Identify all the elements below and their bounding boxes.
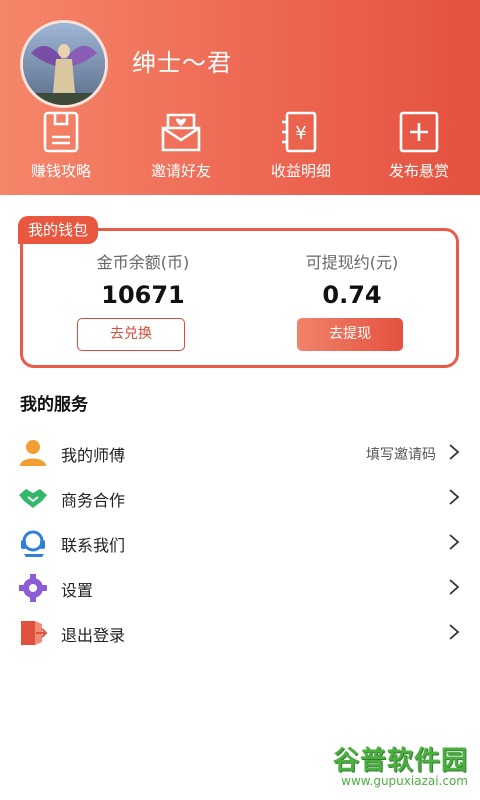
watermark-url: www.gupuxiazai.com <box>341 774 468 788</box>
cash-value: 0.74 <box>322 281 382 309</box>
profile-page: 绅士～君 赚钱攻略 邀请好友 ¥ 收益明细 发布悬赏 金币余额(币) 10671… <box>0 0 480 800</box>
quick-action-label: 发布悬赏 <box>388 162 449 180</box>
quick-action-income[interactable]: ¥ 收益明细 <box>246 110 356 190</box>
cash-balance: 可提现约(元) 0.74 <box>252 249 452 309</box>
headset-icon <box>21 530 45 557</box>
income-icon: ¥ <box>282 111 317 153</box>
invite-icon <box>161 113 201 152</box>
profile-header: 绅士～君 赚钱攻略 邀请好友 ¥ 收益明细 发布悬赏 <box>0 0 480 195</box>
avatar[interactable] <box>20 20 108 108</box>
logout-icon <box>21 621 48 645</box>
coins-balance: 金币余额(币) 10671 <box>43 249 243 309</box>
svg-text:¥: ¥ <box>295 123 306 144</box>
wallet-card: 金币余额(币) 10671 可提现约(元) 0.74 去兑换 去提现 <box>20 228 459 368</box>
wallet-tag: 我的钱包 <box>18 216 99 244</box>
service-item-contact[interactable]: 联系我们 <box>0 520 480 564</box>
chevron-right-icon <box>449 444 460 460</box>
coins-value: 10671 <box>101 281 185 309</box>
chevron-right-icon <box>449 489 460 505</box>
quick-action-invite[interactable]: 邀请好友 <box>126 110 236 190</box>
quick-action-label: 邀请好友 <box>150 162 211 180</box>
service-item-label: 商务合作 <box>61 491 126 510</box>
publish-icon <box>399 111 439 153</box>
watermark-brand: 谷普软件园 <box>332 746 468 776</box>
services-title: 我的服务 <box>20 395 88 415</box>
service-item-label: 设置 <box>61 581 94 600</box>
invite-code-hint[interactable]: 填写邀请码 <box>366 444 436 464</box>
chevron-right-icon <box>449 624 460 640</box>
gear-icon <box>19 574 47 602</box>
quick-action-publish[interactable]: 发布悬赏 <box>364 110 474 190</box>
handshake-icon <box>19 489 47 508</box>
service-item-settings[interactable]: 设置 <box>0 565 480 609</box>
coins-label: 金币余额(币) <box>96 253 190 272</box>
exchange-button[interactable]: 去兑换 <box>77 318 185 351</box>
service-item-master[interactable]: 我的师傅 填写邀请码 <box>0 430 480 474</box>
chevron-right-icon <box>449 534 460 550</box>
quick-action-guide[interactable]: 赚钱攻略 <box>6 110 116 190</box>
guide-icon <box>43 111 79 153</box>
quick-action-label: 赚钱攻略 <box>30 162 91 180</box>
person-icon <box>20 440 46 466</box>
service-item-label: 退出登录 <box>61 626 126 645</box>
quick-action-label: 收益明细 <box>270 162 331 180</box>
service-item-label: 联系我们 <box>61 536 126 555</box>
watermark: 谷普软件园 www.gupuxiazai.com <box>322 740 472 794</box>
chevron-right-icon <box>449 579 460 595</box>
withdraw-button[interactable]: 去提现 <box>297 318 403 351</box>
cash-label: 可提现约(元) <box>305 253 399 272</box>
service-item-label: 我的师傅 <box>61 446 126 465</box>
service-item-business[interactable]: 商务合作 <box>0 475 480 519</box>
service-item-logout[interactable]: 退出登录 <box>0 610 480 654</box>
username: 绅士～君 <box>132 49 232 77</box>
